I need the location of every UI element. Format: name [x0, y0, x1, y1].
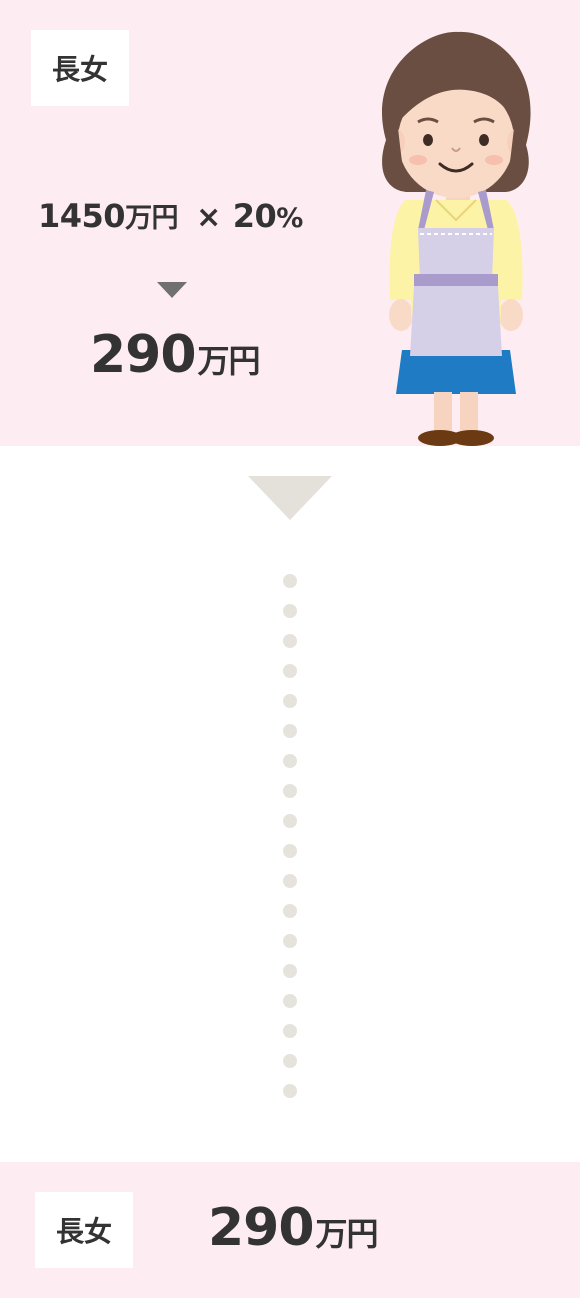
calculation-result: 290万円	[90, 325, 261, 385]
heir-calculation-panel: 長女 1450万円 × 20% 290万円	[0, 0, 580, 446]
result-value: 290	[90, 325, 197, 385]
connector-dot	[283, 904, 297, 918]
summary-unit: 万円	[315, 1215, 379, 1253]
connector-dot	[283, 694, 297, 708]
connector-dot	[283, 754, 297, 768]
heir-label: 長女	[35, 1192, 133, 1268]
dotted-connector	[283, 574, 297, 1104]
calculation-formula: 1450万円 × 20%	[38, 196, 338, 235]
share-percent: 20	[232, 197, 277, 235]
connector-dot	[283, 604, 297, 618]
triangle-down-icon	[157, 282, 187, 298]
connector-dot	[283, 784, 297, 798]
connector-dot	[283, 934, 297, 948]
connector-dot	[283, 814, 297, 828]
percent-sign: %	[276, 203, 303, 234]
connector-dot	[283, 1084, 297, 1098]
connector-dot	[283, 664, 297, 678]
woman-in-apron-icon	[382, 31, 531, 446]
estate-amount: 1450	[38, 197, 126, 235]
triangle-down-icon	[248, 476, 332, 520]
connector-dot	[283, 634, 297, 648]
connector-dot	[283, 574, 297, 588]
connector-dot	[283, 994, 297, 1008]
multiply-operator: ×	[196, 200, 221, 235]
heir-label: 長女	[31, 30, 129, 106]
heir-summary-panel: 長女 290万円	[0, 1162, 580, 1298]
connector-dot	[283, 874, 297, 888]
estate-amount-unit: 万円	[125, 203, 179, 234]
summary-value: 290	[208, 1198, 315, 1258]
connector-dot	[283, 1024, 297, 1038]
result-unit: 万円	[197, 342, 261, 380]
connector-dot	[283, 964, 297, 978]
connector-dot	[283, 1054, 297, 1068]
summary-result: 290万円	[208, 1198, 379, 1258]
connector-dot	[283, 724, 297, 738]
connector-dot	[283, 844, 297, 858]
